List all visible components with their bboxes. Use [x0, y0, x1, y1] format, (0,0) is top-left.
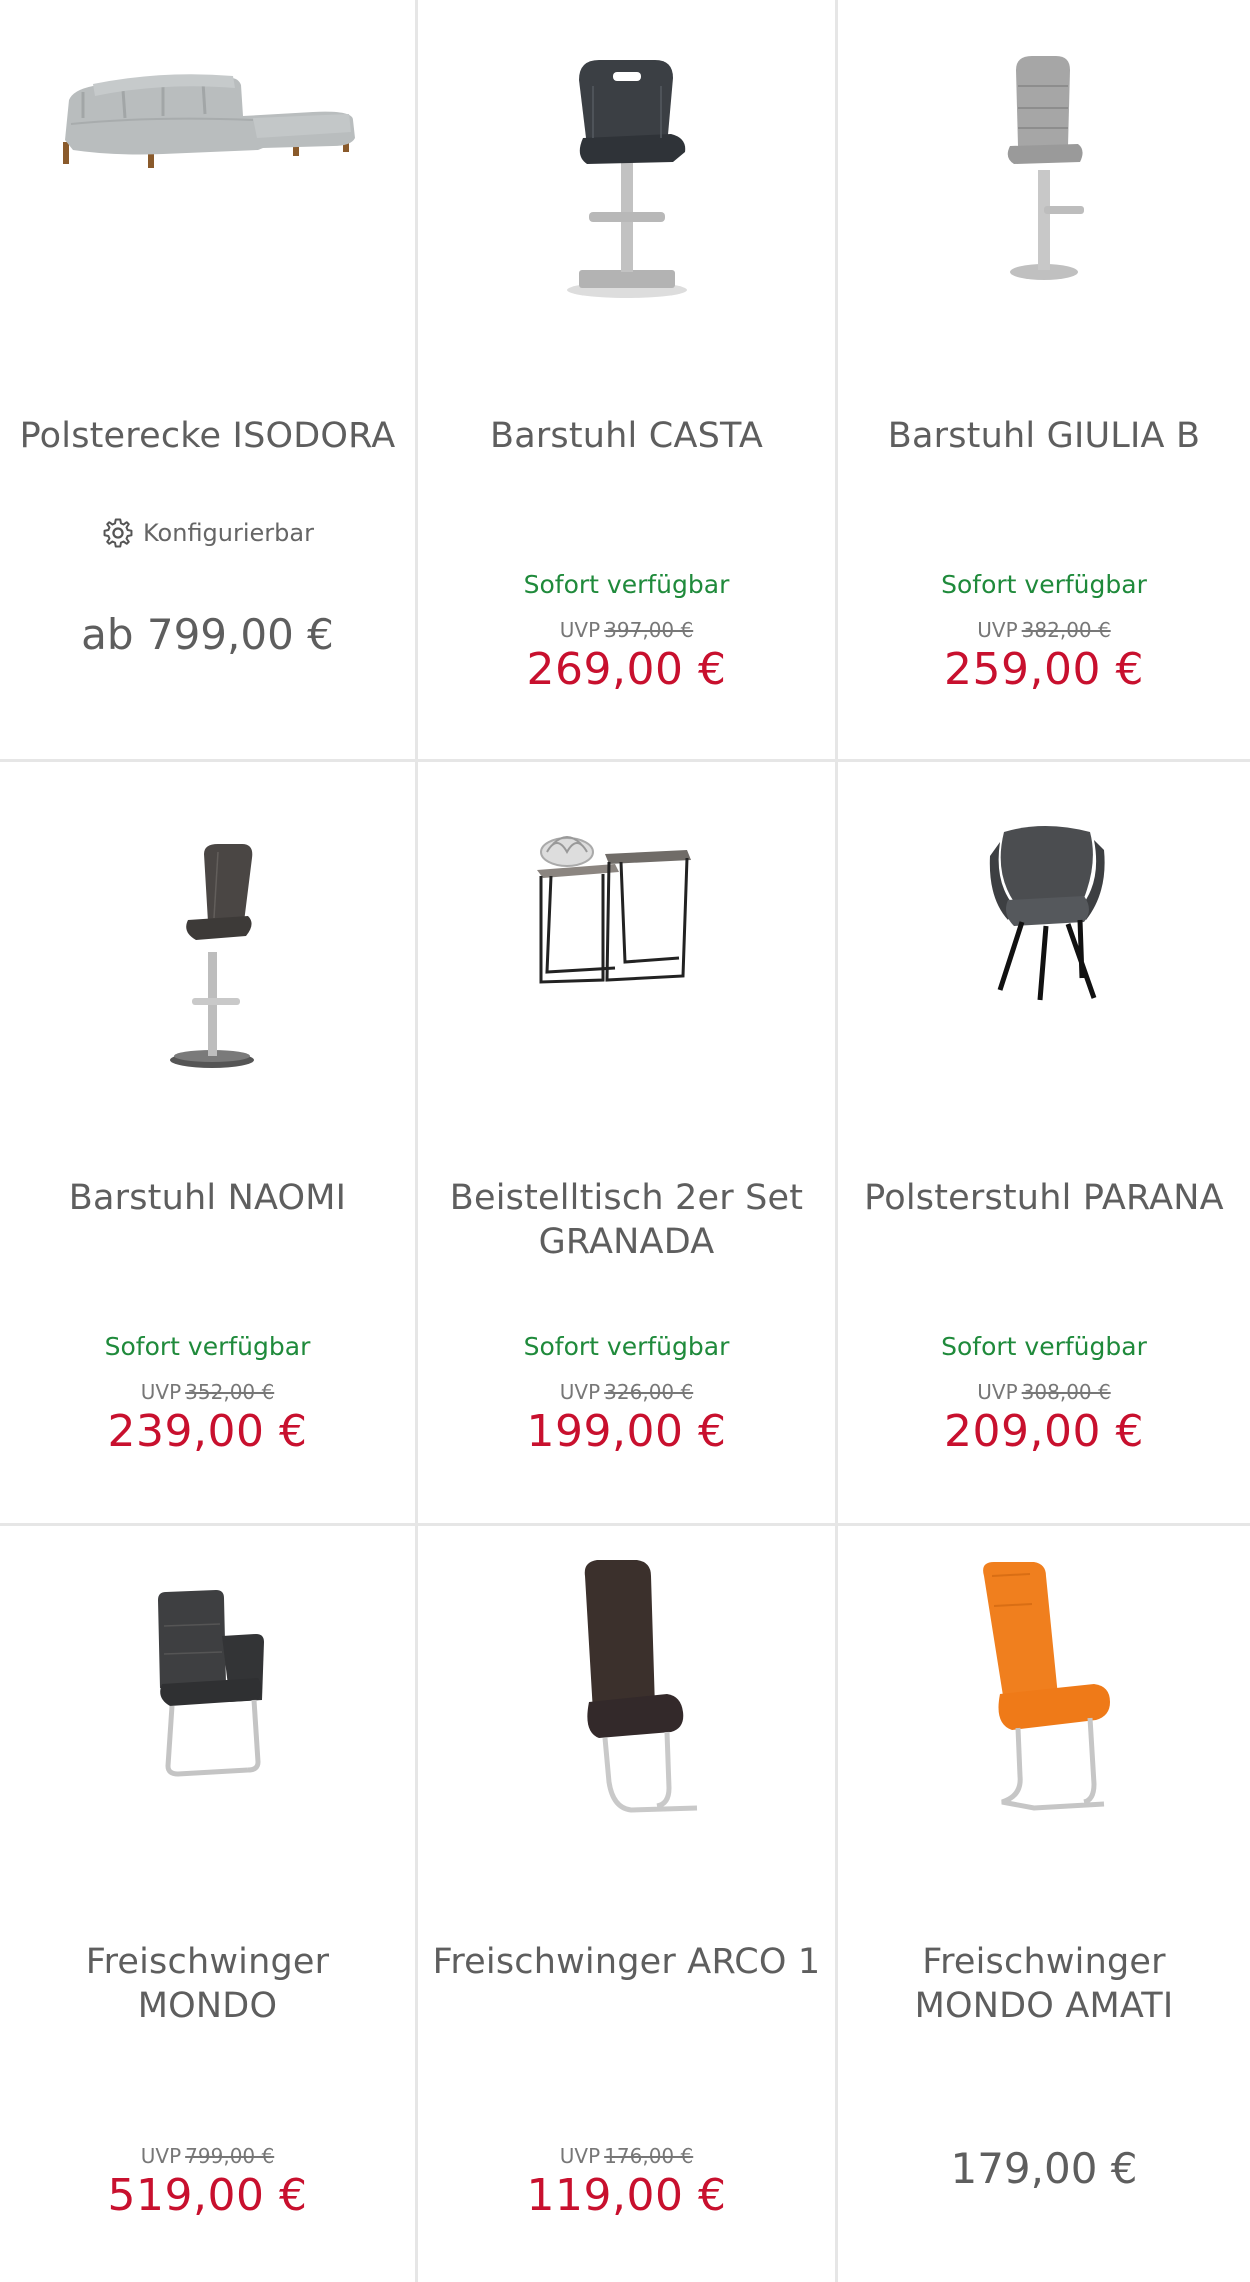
side-tables-image — [536, 836, 691, 984]
uvp-price: 326,00 € — [604, 1380, 694, 1404]
product-price: ab 799,00 € — [81, 610, 334, 659]
bar-stool-grey-image — [1007, 56, 1084, 280]
uvp-label: UVP — [977, 1380, 1018, 1404]
product-card[interactable]: Beistelltisch 2er Set GRANADA Sofort ver… — [418, 762, 838, 1526]
availability-status: Sofort verfügbar — [941, 1332, 1147, 1361]
uvp-line: UVP 176,00 € — [418, 2144, 835, 2168]
availability-status: Sofort verfügbar — [523, 570, 730, 599]
product-card[interactable]: Freischwinger MONDO UVP 799,00 € 519,00 € — [0, 1526, 418, 2282]
product-price: 199,00 € — [526, 1406, 727, 1457]
availability-status: Sofort verfügbar — [104, 1332, 311, 1361]
uvp-line: UVP 382,00 € — [838, 618, 1250, 642]
uvp-price: 308,00 € — [1021, 1380, 1111, 1404]
gear-icon — [103, 518, 133, 548]
configurable-badge: Konfigurierbar — [0, 516, 415, 550]
uvp-price: 382,00 € — [1021, 618, 1111, 642]
uvp-label: UVP — [977, 618, 1018, 642]
corner-sofa-image — [62, 74, 355, 168]
product-title[interactable]: Freischwinger MONDO — [14, 1940, 401, 2028]
cantilever-chair-brown-image — [584, 1560, 697, 1813]
uvp-price: 397,00 € — [604, 618, 694, 642]
product-price: 519,00 € — [107, 2170, 308, 2221]
uvp-line: UVP 799,00 € — [0, 2144, 415, 2168]
product-card[interactable]: Barstuhl NAOMI Sofort verfügbar UVP 352,0… — [0, 762, 418, 1526]
product-title[interactable]: Polsterecke ISODORA — [14, 414, 401, 458]
product-image[interactable] — [838, 1546, 1250, 1876]
product-title[interactable]: Freischwinger ARCO 1 — [432, 1940, 821, 1984]
uvp-label: UVP — [559, 618, 601, 642]
product-title[interactable]: Freischwinger MONDO AMATI — [852, 1940, 1236, 2028]
availability-status: Sofort verfügbar — [941, 570, 1147, 599]
uvp-price: 352,00 € — [185, 1380, 275, 1404]
product-price: 259,00 € — [944, 644, 1144, 695]
product-title[interactable]: Barstuhl NAOMI — [14, 1176, 401, 1220]
uvp-label: UVP — [140, 2144, 182, 2168]
uvp-line: UVP 326,00 € — [418, 1380, 835, 1404]
cantilever-chair-orange-image — [983, 1562, 1110, 1811]
uvp-line: UVP 352,00 € — [0, 1380, 415, 1404]
product-image[interactable] — [0, 1566, 415, 1896]
product-card[interactable]: Freischwinger ARCO 1 UVP 176,00 € 119,00 … — [418, 1526, 838, 2282]
cantilever-armchair-image — [157, 1590, 264, 1777]
uvp-price: 176,00 € — [604, 2144, 694, 2168]
bar-stool-brown-image — [169, 844, 254, 1068]
uvp-line: UVP 397,00 € — [418, 618, 835, 642]
product-price: 119,00 € — [526, 2170, 727, 2221]
product-card[interactable]: Barstuhl CASTA Sofort verfügbar UVP 397,0… — [418, 0, 838, 762]
product-image[interactable] — [418, 20, 835, 350]
product-image[interactable] — [838, 20, 1250, 350]
product-price: 209,00 € — [944, 1406, 1144, 1457]
product-title[interactable]: Polsterstuhl PARANA — [852, 1176, 1236, 1220]
product-card[interactable]: Polsterstuhl PARANA Sofort verfügbar UVP… — [838, 762, 1250, 1526]
product-image[interactable] — [0, 20, 415, 350]
product-card[interactable]: Freischwinger MONDO AMATI 179,00 € — [838, 1526, 1250, 2282]
product-image[interactable] — [418, 1546, 835, 1876]
uvp-label: UVP — [559, 2144, 601, 2168]
product-image[interactable] — [418, 812, 835, 1142]
product-price: 179,00 € — [950, 2144, 1138, 2193]
availability-status: Sofort verfügbar — [523, 1332, 730, 1361]
uvp-price: 799,00 € — [185, 2144, 275, 2168]
product-card[interactable]: Polsterecke ISODORA Konfigurierbar ab 79… — [0, 0, 418, 762]
product-image[interactable] — [838, 802, 1250, 1132]
bar-stool-dark-image — [566, 60, 687, 298]
uvp-label: UVP — [140, 1380, 182, 1404]
upholstered-chair-image — [989, 826, 1105, 1001]
product-card[interactable]: Barstuhl GIULIA B Sofort verfügbar UVP 38… — [838, 0, 1250, 762]
product-image[interactable] — [0, 802, 415, 1132]
product-price: 239,00 € — [107, 1406, 308, 1457]
uvp-line: UVP 308,00 € — [838, 1380, 1250, 1404]
product-title[interactable]: Barstuhl CASTA — [432, 414, 821, 458]
product-title[interactable]: Barstuhl GIULIA B — [852, 414, 1236, 458]
configurable-label: Konfigurierbar — [143, 519, 314, 547]
product-grid: Polsterecke ISODORA Konfigurierbar ab 79… — [0, 0, 1250, 2282]
product-price: 269,00 € — [526, 644, 727, 695]
uvp-label: UVP — [559, 1380, 601, 1404]
product-title[interactable]: Beistelltisch 2er Set GRANADA — [432, 1176, 821, 1264]
